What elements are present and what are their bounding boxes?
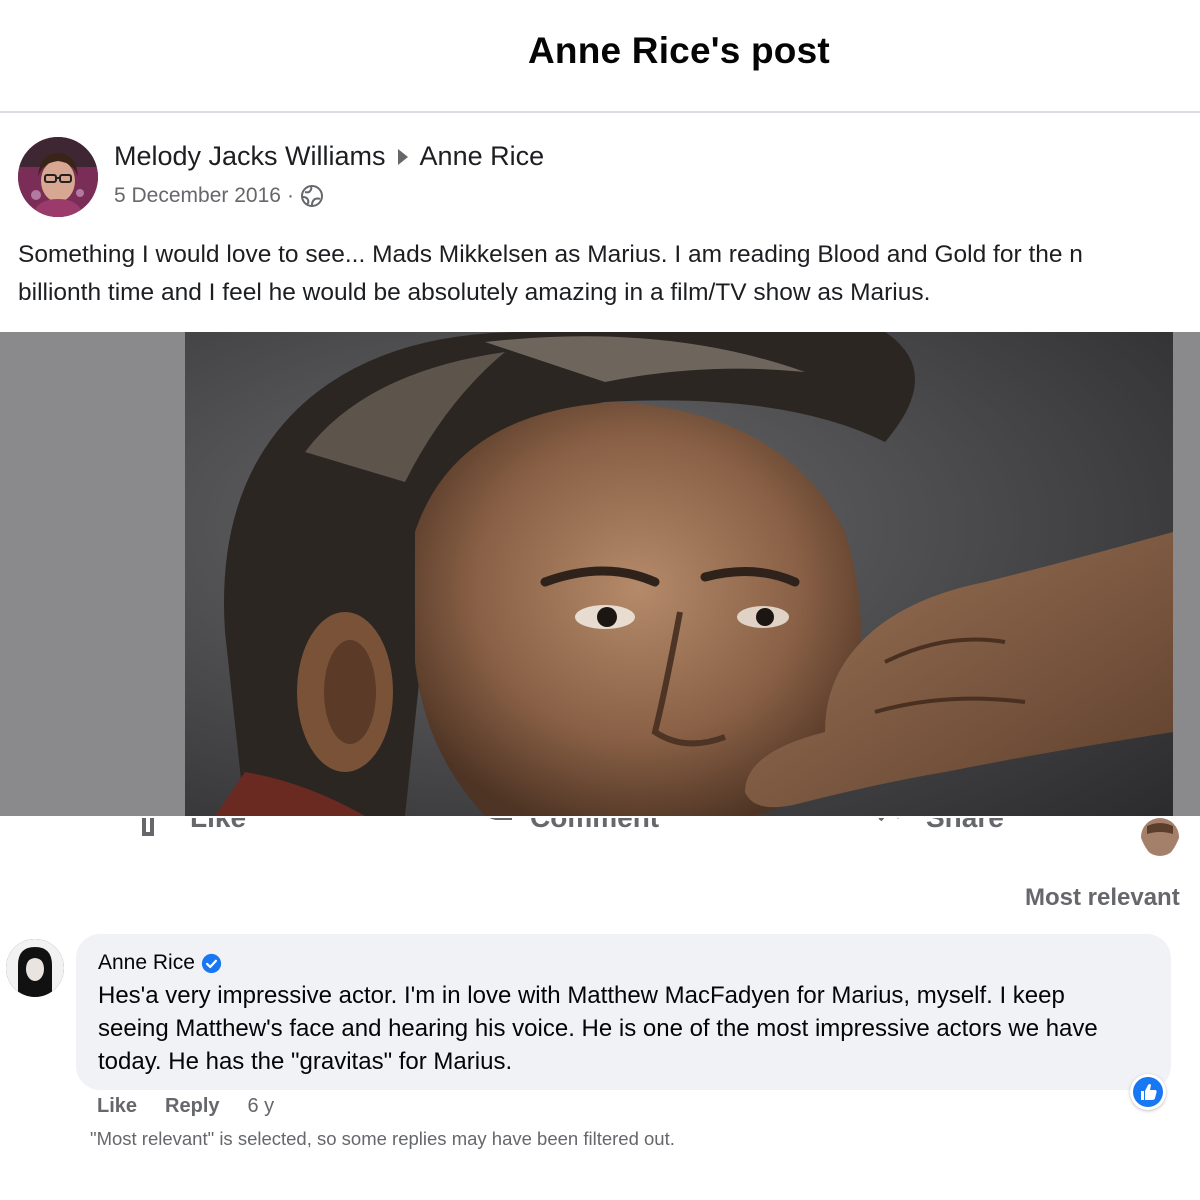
arrow-right-icon	[397, 148, 408, 165]
thumbs-up-icon	[1133, 1077, 1163, 1107]
comment-text-line: seeing Matthew's face and hearing his vo…	[98, 1015, 1098, 1042]
post-actions: Like Comment Share	[0, 818, 1200, 858]
filter-note: "Most relevant" is selected, so some rep…	[90, 1128, 675, 1149]
target-page-name[interactable]: Anne Rice	[420, 141, 545, 172]
post-photo[interactable]	[185, 332, 1173, 816]
page-header: Anne Rice's post	[0, 0, 1200, 113]
post-text-line: Something I would love to see... Mads Mi…	[18, 241, 1083, 268]
author-avatar[interactable]	[18, 137, 98, 217]
post-meta: 5 December 2016 ·	[114, 184, 324, 208]
meta-separator: ·	[286, 184, 294, 207]
share-label: Share	[926, 818, 1004, 834]
post-text: Something I would love to see... Mads Mi…	[18, 236, 1200, 312]
comment-text-line: today. He has the "gravitas" for Marius.	[98, 1048, 513, 1075]
author-line: Melody Jacks Williams Anne Rice	[114, 141, 544, 172]
post-date[interactable]: 5 December 2016	[114, 184, 281, 208]
author-name[interactable]: Melody Jacks Williams	[114, 141, 386, 172]
comment-text-line: Hes'a very impressive actor. I'm in love…	[98, 982, 1065, 1009]
comment-bubble: Anne Rice Hes'a very impressive actor. I…	[76, 934, 1171, 1090]
like-action[interactable]: Like	[142, 818, 246, 858]
commenter-avatar[interactable]	[6, 939, 64, 997]
comment-sort-dropdown[interactable]: Most relevant	[1025, 884, 1180, 912]
comment-label: Comment	[530, 818, 659, 834]
comment-reaction-badge[interactable]	[1130, 1074, 1166, 1110]
globe-icon	[300, 185, 323, 207]
comment-like-button[interactable]: Like	[97, 1095, 137, 1118]
share-action[interactable]: Share	[878, 818, 1004, 858]
share-icon	[878, 818, 899, 822]
thumbs-up-icon	[142, 818, 154, 836]
post-header: Melody Jacks Williams Anne Rice 5 Decemb…	[18, 137, 1198, 217]
post-text-line: billionth time and I feel he would be ab…	[18, 279, 931, 306]
verified-badge-icon	[201, 953, 222, 973]
comment-action[interactable]: Comment	[482, 818, 659, 858]
like-label: Like	[190, 818, 246, 834]
comment-actions: Like Reply 6 y	[97, 1095, 274, 1118]
comment-timestamp[interactable]: 6 y	[248, 1095, 275, 1118]
viewer-avatar[interactable]	[1141, 818, 1179, 856]
comment-icon	[489, 818, 512, 820]
comment-author-line: Anne Rice	[98, 951, 222, 975]
comment-text: Hes'a very impressive actor. I'm in love…	[98, 979, 1158, 1078]
comment-author[interactable]: Anne Rice	[98, 951, 195, 975]
page-title: Anne Rice's post	[528, 30, 830, 71]
comment-reply-button[interactable]: Reply	[165, 1095, 219, 1118]
